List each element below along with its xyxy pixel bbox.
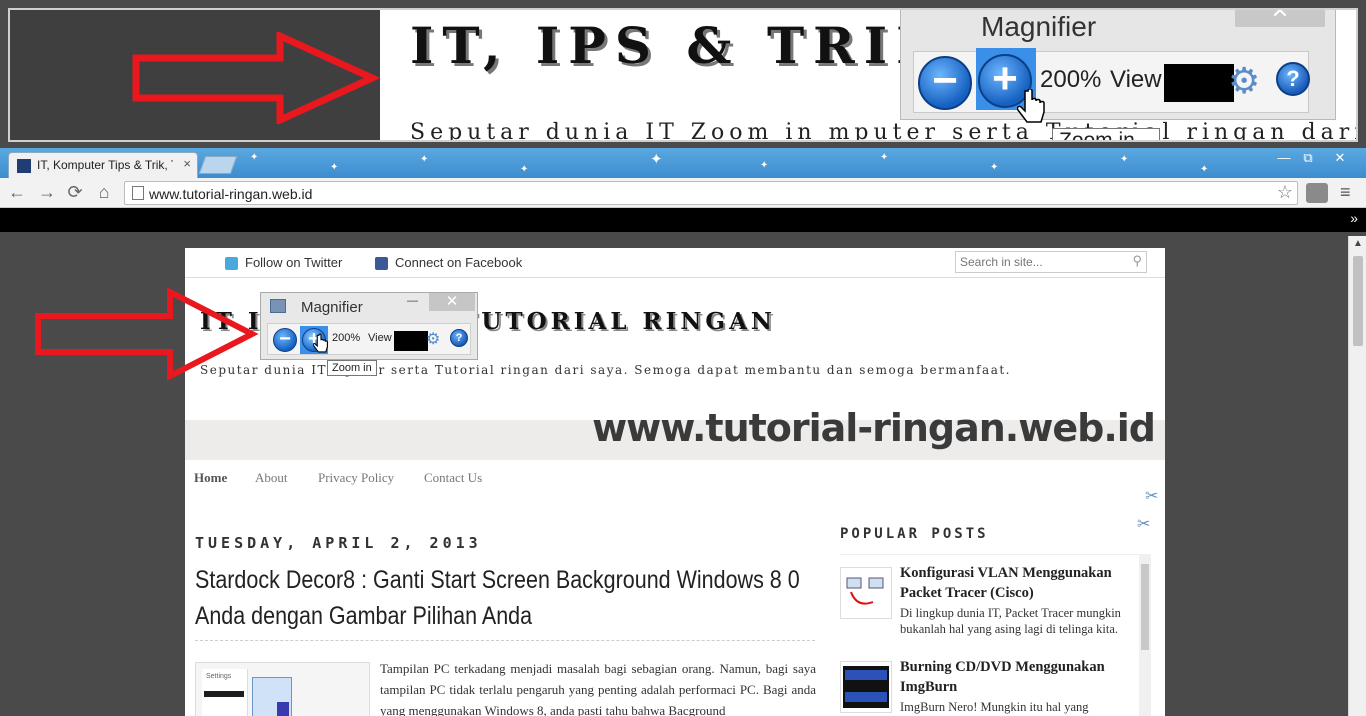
- page-icon: [132, 186, 144, 200]
- zoom-in-tooltip: Zoom in: [327, 360, 377, 376]
- scrollbar-thumb[interactable]: [1141, 564, 1149, 650]
- lens-blog-title: IT, IPS & TRIK,: [410, 16, 975, 75]
- lens-help-button[interactable]: ?: [1276, 62, 1310, 96]
- popular-posts-list: Konfigurasi VLAN Menggunakan Packet Trac…: [840, 554, 1140, 716]
- facebook-icon: [375, 257, 388, 270]
- lens-magnifier-toolbar: − + 200% View ⚙ ?: [913, 48, 1310, 113]
- red-arrow-icon: [132, 32, 380, 124]
- magnifier-close-button[interactable]: ✕: [429, 293, 475, 311]
- search-input[interactable]: [956, 252, 1126, 272]
- window-restore-button[interactable]: ⧉: [1294, 150, 1322, 168]
- popular-post-thumbnail[interactable]: [840, 567, 892, 619]
- magnifier-app-icon: [270, 299, 286, 313]
- bookmarks-overflow-button[interactable]: »: [1350, 210, 1358, 226]
- thumbnail-label: Settings: [206, 673, 232, 680]
- post-divider: [195, 640, 815, 641]
- header-banner: www.tutorial-ringan.web.id: [185, 406, 1165, 460]
- back-button[interactable]: ←: [6, 182, 28, 203]
- browser-toolbar: ← → ⟳ ⌂ www.tutorial-ringan.web.id ☆ ≡: [0, 178, 1366, 208]
- page-viewport: Follow on Twitter Connect on Facebook ⚲ …: [0, 236, 1348, 716]
- imgburn-logo-icon: [843, 666, 889, 708]
- lens-zoom-out-button[interactable]: −: [918, 56, 972, 110]
- tab-active[interactable]: IT, Komputer Tips & Trik, Tu ×: [8, 152, 198, 178]
- redaction-block: [394, 331, 428, 351]
- nav-home[interactable]: Home: [194, 470, 227, 486]
- popular-posts-scrollbar[interactable]: [1139, 554, 1151, 716]
- lens-magnifier-window: Magnifier ✕ − + 200% View ⚙ ?: [900, 10, 1336, 123]
- hand-cursor-icon: [1017, 89, 1045, 123]
- post-thumbnail[interactable]: Settings: [195, 662, 370, 716]
- screen: IT, IPS & TRIK, Seputar dunia IT Zoom in…: [0, 0, 1366, 716]
- site-favicon-icon: [17, 159, 31, 173]
- magnifier-window: Magnifier — ✕ − + 200% View ⚙ ?: [260, 292, 478, 360]
- gear-icon[interactable]: ⚙: [426, 329, 440, 349]
- thumbnail-selected-row: [204, 691, 244, 697]
- view-menu[interactable]: View: [368, 332, 392, 344]
- gear-icon[interactable]: ⚙: [1228, 60, 1260, 102]
- forward-button[interactable]: →: [36, 182, 58, 203]
- lens-magnifier-close-button[interactable]: ✕: [1235, 10, 1325, 27]
- header-site-url: www.tutorial-ringan.web.id: [592, 406, 1156, 450]
- popular-posts-heading: POPULAR POSTS: [840, 526, 989, 542]
- bookmark-star-icon[interactable]: ☆: [1277, 182, 1293, 203]
- address-url[interactable]: www.tutorial-ringan.web.id: [149, 186, 312, 202]
- menu-icon[interactable]: ≡: [1340, 182, 1351, 203]
- scroll-up-icon[interactable]: ▲: [1353, 238, 1363, 249]
- red-arrow-icon: [35, 288, 259, 380]
- page-scrollbar[interactable]: ▲: [1348, 236, 1366, 716]
- extension-icon[interactable]: [1306, 183, 1328, 203]
- post-date: TUESDAY, APRIL 2, 2013: [195, 534, 482, 552]
- address-bar[interactable]: www.tutorial-ringan.web.id ☆: [124, 181, 1298, 205]
- connect-facebook-link[interactable]: Connect on Facebook: [395, 255, 522, 270]
- new-tab-button[interactable]: [198, 156, 238, 174]
- nav-about[interactable]: About: [255, 470, 288, 486]
- wrench-icon[interactable]: ✂: [1137, 514, 1150, 534]
- redaction-block: [1164, 64, 1234, 102]
- home-button[interactable]: ⌂: [93, 182, 115, 203]
- network-diagram-icon: [846, 577, 884, 605]
- lens-blog-tagline: Seputar dunia IT Zoom in mputer serta Tu…: [410, 120, 1356, 142]
- zoom-out-button[interactable]: −: [273, 328, 297, 352]
- help-button[interactable]: ?: [450, 329, 468, 347]
- lens-frame: IT, IPS & TRIK, Seputar dunia IT Zoom in…: [8, 8, 1358, 142]
- magnifier-lens-view: IT, IPS & TRIK, Seputar dunia IT Zoom in…: [0, 0, 1366, 148]
- magnifier-minimize-button[interactable]: —: [407, 295, 418, 307]
- site-search: ⚲: [955, 251, 1147, 273]
- social-bar: Follow on Twitter Connect on Facebook ⚲: [185, 248, 1165, 278]
- popular-post-desc: Di lingkup dunia IT, Packet Tracer mungk…: [900, 606, 1121, 636]
- reload-button[interactable]: ⟳: [64, 182, 86, 203]
- nav-contact-us[interactable]: Contact Us: [424, 470, 482, 486]
- zoom-level: 200%: [332, 332, 361, 344]
- magnifier-toolbar: − + 200% View ⚙ ?: [267, 323, 471, 355]
- lens-page: IT, IPS & TRIK, Seputar dunia IT Zoom in…: [380, 10, 1356, 142]
- popular-post-title[interactable]: Burning CD/DVD Menggunakan ImgBurn: [900, 657, 1132, 697]
- post-title[interactable]: Stardock Decor8 : Ganti Start Screen Bac…: [195, 562, 816, 634]
- lens-view-menu[interactable]: View: [1110, 66, 1162, 94]
- twitter-icon: [225, 257, 238, 270]
- popular-post-desc: ImgBurn Nero! Mungkin itu hal yang: [900, 700, 1089, 714]
- magnifier-title: Magnifier: [301, 299, 363, 316]
- search-icon[interactable]: ⚲: [1132, 253, 1142, 269]
- thumbnail-tile: [277, 702, 289, 716]
- window-close-button[interactable]: ✕: [1326, 150, 1354, 168]
- tab-title: IT, Komputer Tips & Trik, Tu: [37, 158, 173, 172]
- blog-tagline: Seputar dunia IT mputer serta Tutorial r…: [200, 363, 1011, 377]
- lens-tooltip: Zoom in: [1052, 128, 1160, 140]
- scrollbar-thumb[interactable]: [1353, 256, 1363, 346]
- follow-twitter-link[interactable]: Follow on Twitter: [245, 255, 342, 270]
- hand-cursor-icon: [313, 333, 328, 353]
- nav-privacy-policy[interactable]: Privacy Policy: [318, 470, 394, 486]
- thumbnail-sidebar: Settings: [202, 669, 248, 716]
- post-excerpt: Tampilan PC terkadang menjadi masalah ba…: [380, 661, 816, 716]
- wrench-icon[interactable]: ✂: [1145, 486, 1158, 506]
- thumbnail-window: [252, 677, 292, 716]
- popular-post-title[interactable]: Konfigurasi VLAN Menggunakan Packet Trac…: [900, 563, 1132, 603]
- lens-zoom-level: 200%: [1040, 66, 1102, 93]
- popular-post-thumbnail[interactable]: [840, 661, 892, 713]
- tab-close-button[interactable]: ×: [183, 156, 191, 171]
- bookmarks-bar: »: [0, 208, 1366, 232]
- tab-strip: ✦ ✦ ✦ ✦ ✦ ✦ ✦ ✦ ✦ ✦ IT, Komputer Tips & …: [0, 148, 1366, 178]
- lens-magnifier-title: Magnifier: [981, 11, 1097, 42]
